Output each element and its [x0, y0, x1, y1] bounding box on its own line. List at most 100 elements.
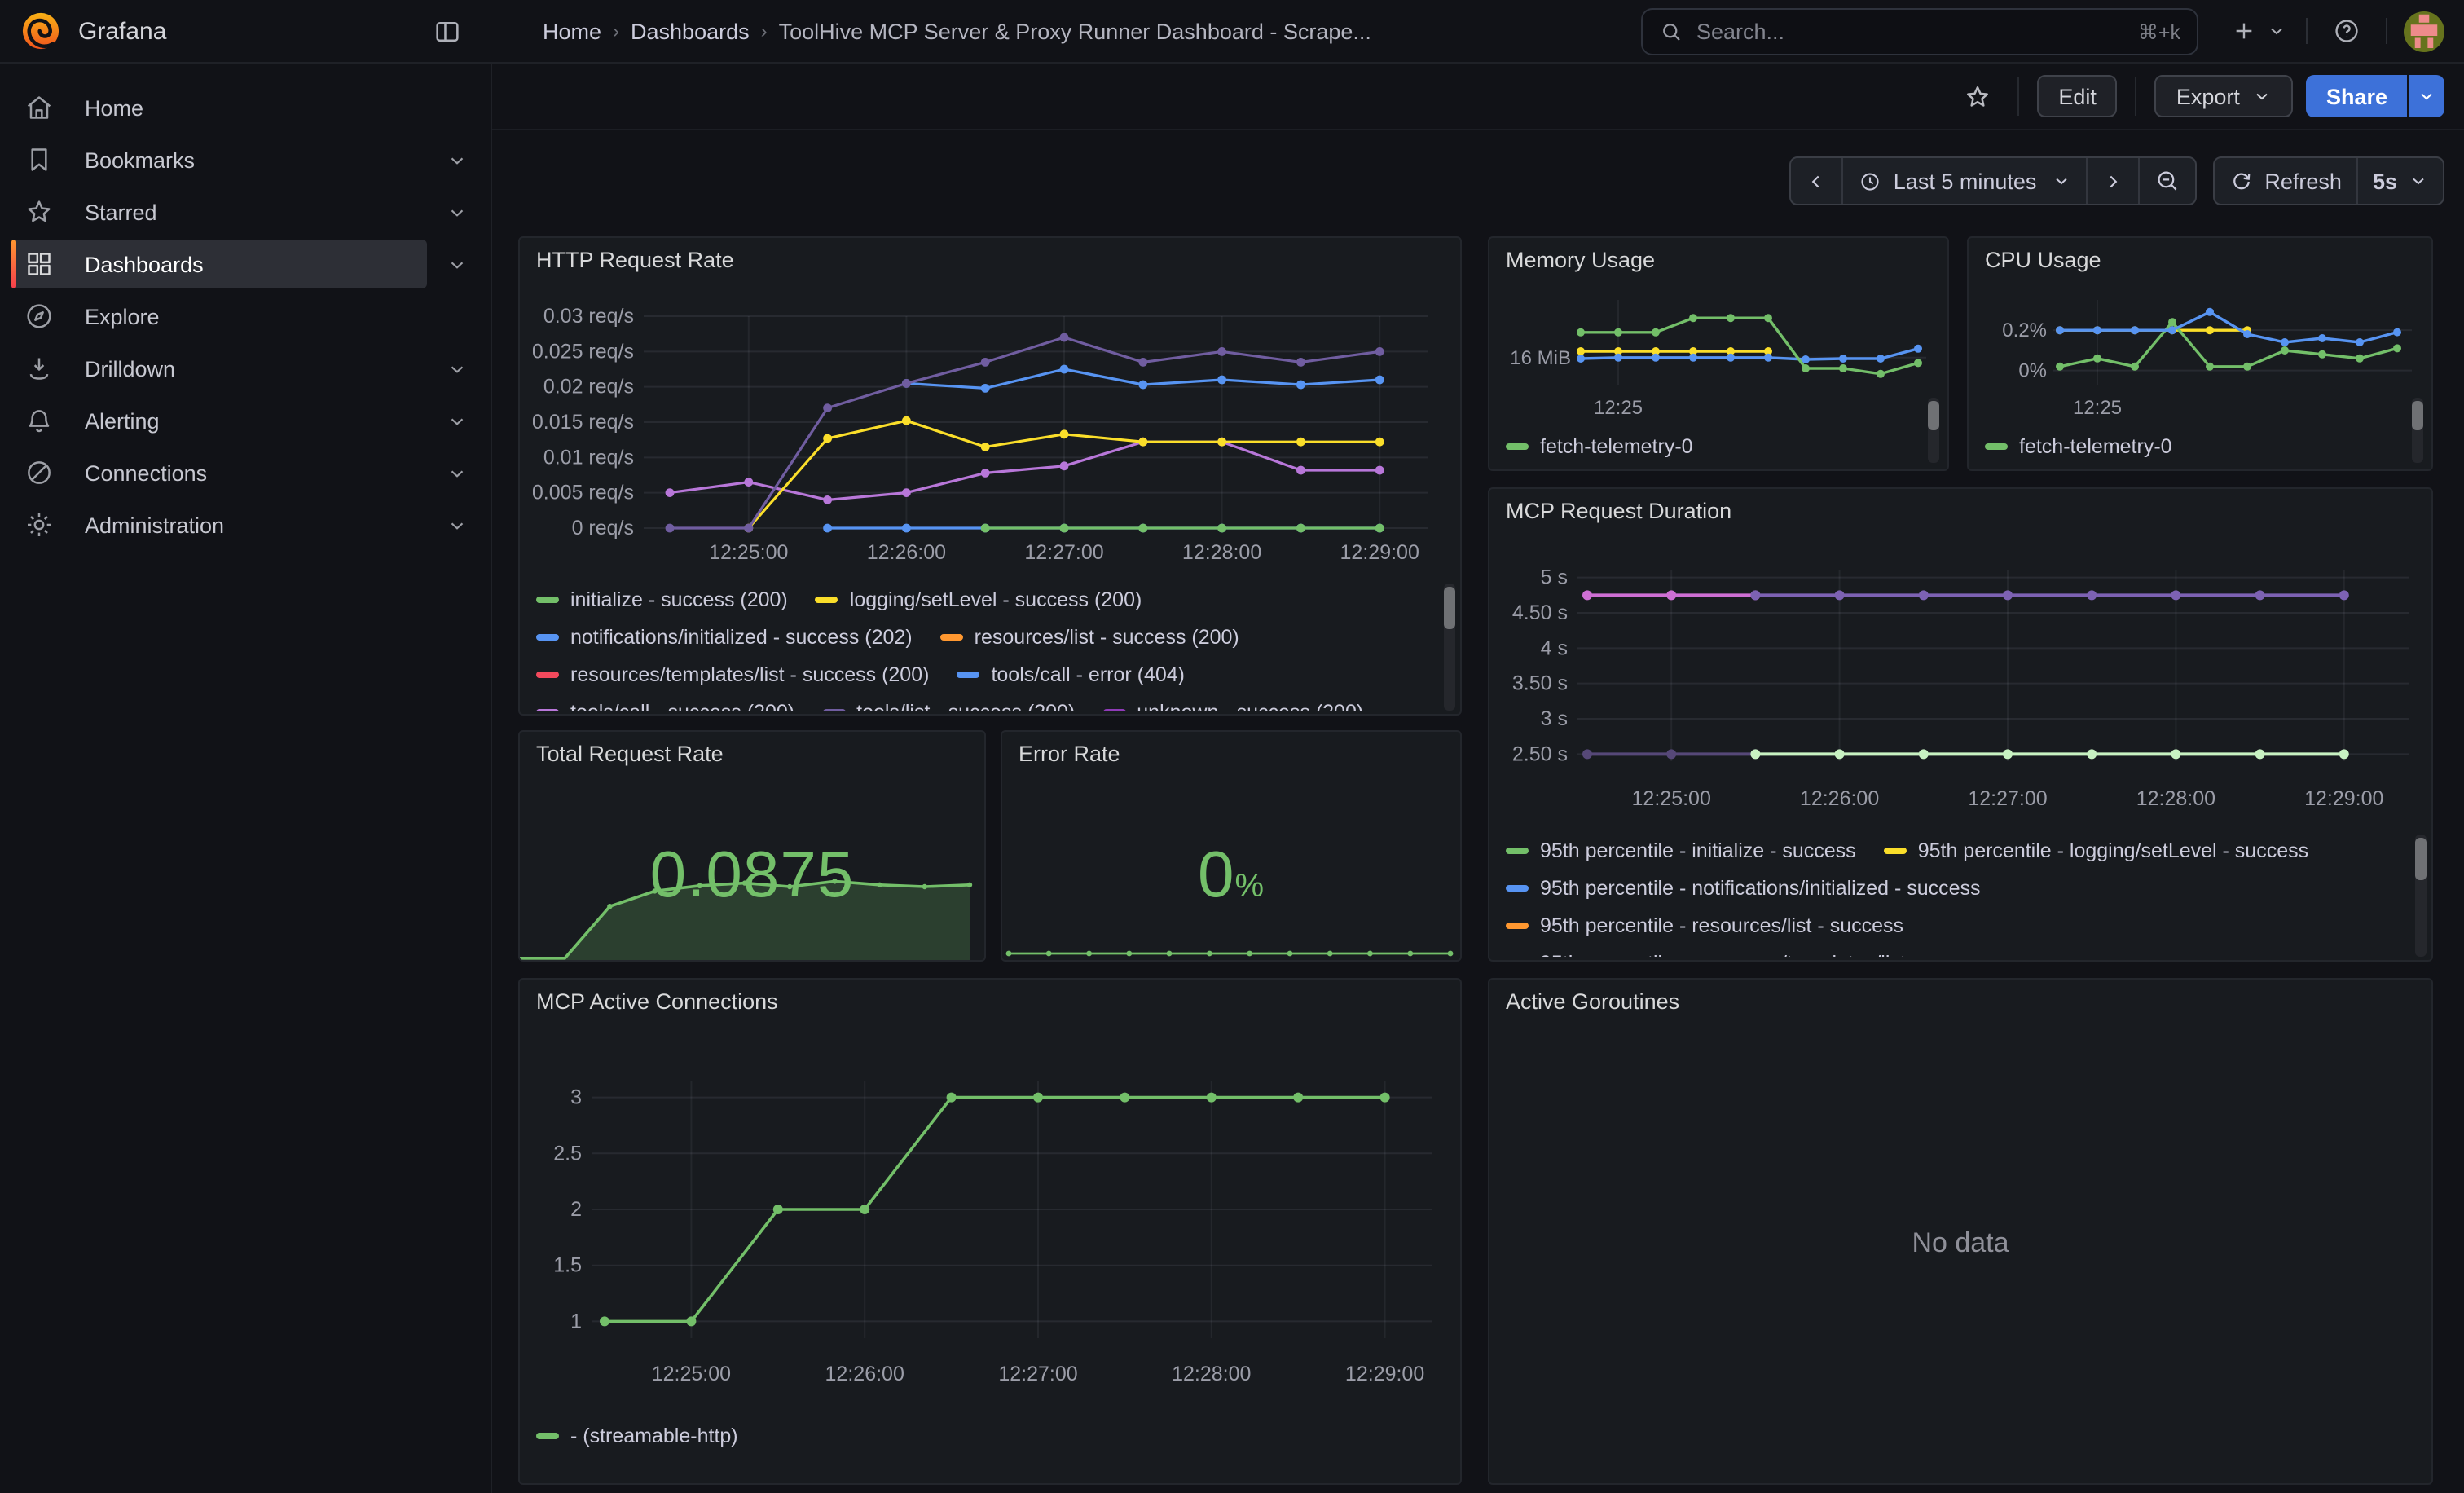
svg-text:12:29:00: 12:29:00 [1345, 1363, 1424, 1385]
sidebar-item-dashboards[interactable]: Dashboards [0, 240, 491, 288]
legend-swatch [957, 671, 979, 677]
dashboard-toolbar: Edit Export Share [492, 64, 2464, 130]
share-chevron-down-icon[interactable] [2409, 75, 2444, 117]
panel-title[interactable]: MCP Active Connections [536, 989, 778, 1014]
legend-item[interactable]: tools/call - success (200) [536, 700, 794, 711]
panel-title[interactable]: Memory Usage [1506, 248, 1655, 272]
star-icon[interactable] [1954, 73, 2000, 119]
sidebar-item-label: Dashboards [85, 252, 204, 276]
edit-button[interactable]: Edit [2037, 75, 2118, 117]
panel-title[interactable]: MCP Request Duration [1506, 499, 1731, 523]
sidebar-item-explore[interactable]: Explore [0, 292, 491, 341]
legend-swatch [1506, 443, 1529, 449]
legend-item[interactable]: fetch-telemetry-0 [1985, 434, 2172, 457]
svg-text:0.015 req/s: 0.015 req/s [533, 411, 634, 434]
chevron-down-icon[interactable] [447, 150, 468, 171]
legend-scrollbar[interactable] [2415, 835, 2427, 957]
refresh-button[interactable]: Refresh [2214, 158, 2356, 204]
legend-item[interactable]: 95th percentile - resources/templates/li… [1506, 951, 1997, 957]
legend-item[interactable]: 95th percentile - logging/setLevel - suc… [1884, 839, 2308, 861]
panel-title[interactable]: Active Goroutines [1506, 989, 1679, 1014]
panel-memory-usage: Memory Usage 12:2516 MiB fetch-telemetry… [1488, 236, 1949, 471]
svg-text:12:25:00: 12:25:00 [1632, 787, 1711, 810]
legend-item[interactable]: tools/call - error (404) [957, 663, 1185, 685]
memory-usage-chart[interactable]: 12:2516 MiB [1503, 287, 1938, 424]
panel-title[interactable]: Total Request Rate [536, 742, 724, 766]
help-icon[interactable] [2324, 8, 2369, 54]
top-header: Grafana Home › Dashboards › ToolHive MCP… [0, 0, 2464, 64]
svg-text:2: 2 [570, 1198, 582, 1221]
svg-text:4 s: 4 s [1541, 636, 1568, 659]
svg-text:5 s: 5 s [1541, 566, 1568, 589]
share-button[interactable]: Share [2307, 75, 2407, 117]
legend-scrollbar[interactable] [1928, 398, 1939, 463]
sidebar-item-label: Explore [85, 304, 160, 328]
starred-icon [23, 196, 55, 228]
chevron-down-icon[interactable] [447, 254, 468, 275]
add-icon[interactable] [2221, 8, 2267, 54]
legend-item[interactable]: 95th percentile - notifications/initiali… [1506, 876, 1981, 899]
breadcrumb-separator: › [613, 20, 619, 42]
stat-value: 0% [1002, 839, 1460, 913]
legend-item[interactable]: resources/templates/list - success (200) [536, 663, 929, 685]
legend-swatch [1506, 847, 1529, 853]
sidebar-item-alerting[interactable]: Alerting [0, 396, 491, 445]
chevron-down-icon[interactable] [447, 359, 468, 380]
breadcrumb-dashboards[interactable]: Dashboards [631, 19, 750, 43]
legend-item[interactable]: - (streamable-http) [536, 1424, 738, 1447]
add-chevron-down-icon[interactable] [2264, 8, 2290, 54]
svg-text:12:25: 12:25 [1594, 397, 1643, 419]
legend-item[interactable]: notifications/initialized - success (202… [536, 625, 913, 648]
legend-item[interactable]: 95th percentile - initialize - success [1506, 839, 1856, 861]
cpu-usage-chart[interactable]: 12:250.2%0% [1982, 287, 2422, 424]
http-request-rate-chart[interactable]: 12:25:0012:26:0012:27:0012:28:0012:29:00… [533, 297, 1450, 590]
time-controls: Last 5 minutes Refresh 5s [1789, 156, 2444, 205]
legend-swatch [822, 708, 845, 711]
sidebar-item-bookmarks[interactable]: Bookmarks [0, 135, 491, 184]
sidebar-item-connections[interactable]: Connections [0, 448, 491, 497]
legend-scrollbar[interactable] [2412, 398, 2423, 463]
chevron-down-icon[interactable] [447, 515, 468, 536]
panel-title[interactable]: CPU Usage [1985, 248, 2101, 272]
refresh-interval-dropdown[interactable]: 5s [2356, 158, 2443, 204]
svg-text:0.005 req/s: 0.005 req/s [533, 482, 634, 504]
legend-item[interactable]: 95th percentile - resources/list - succe… [1506, 914, 1903, 936]
legend-item[interactable]: unknown - success (200) [1102, 700, 1363, 711]
export-button[interactable]: Export [2155, 75, 2294, 117]
svg-text:12:25:00: 12:25:00 [652, 1363, 731, 1385]
dashboards-icon [23, 248, 55, 280]
chevron-down-icon[interactable] [447, 463, 468, 484]
time-range-picker[interactable]: Last 5 minutes [1841, 158, 2086, 204]
sidebar-item-drilldown[interactable]: Drilldown [0, 344, 491, 393]
mcp-active-connections-chart[interactable]: 12:25:0012:26:0012:27:0012:28:0012:29:00… [533, 1038, 1450, 1413]
chevron-down-icon[interactable] [447, 202, 468, 223]
zoom-out-button[interactable] [2137, 158, 2194, 204]
sidebar-item-home[interactable]: Home [0, 83, 491, 132]
panel-title[interactable]: HTTP Request Rate [536, 248, 734, 272]
svg-text:3.50 s: 3.50 s [1512, 672, 1568, 695]
sidebar-item-administration[interactable]: Administration [0, 500, 491, 549]
legend-item[interactable]: initialize - success (200) [536, 588, 788, 610]
legend-item[interactable]: tools/list - success (200) [822, 700, 1075, 711]
mcp-request-duration-chart[interactable]: 12:25:0012:26:0012:27:0012:28:0012:29:00… [1503, 548, 2422, 821]
avatar[interactable] [2404, 11, 2444, 51]
breadcrumb-home[interactable]: Home [543, 19, 601, 43]
legend-scrollbar[interactable] [1444, 584, 1455, 711]
search-input[interactable] [1696, 19, 2125, 43]
grafana-logo[interactable] [20, 10, 62, 52]
time-forward-button[interactable] [2085, 158, 2137, 204]
search-shortcut: ⌘+k [2138, 19, 2180, 43]
svg-text:12:29:00: 12:29:00 [2304, 787, 2383, 810]
legend-item[interactable]: fetch-telemetry-0 [1506, 434, 1693, 457]
search-box[interactable]: ⌘+k [1641, 7, 2198, 55]
sidebar-item-label: Drilldown [85, 356, 175, 381]
sidebar-item-starred[interactable]: Starred [0, 187, 491, 236]
svg-text:12:26:00: 12:26:00 [1800, 787, 1879, 810]
chevron-down-icon[interactable] [447, 411, 468, 432]
breadcrumb: Home › Dashboards › ToolHive MCP Server … [492, 19, 1371, 43]
legend-item[interactable]: logging/setLevel - success (200) [816, 588, 1142, 610]
panel-title[interactable]: Error Rate [1019, 742, 1120, 766]
time-back-button[interactable] [1791, 158, 1841, 204]
legend-item[interactable]: resources/list - success (200) [940, 625, 1239, 648]
sidebar-toggle-icon[interactable] [424, 8, 469, 54]
